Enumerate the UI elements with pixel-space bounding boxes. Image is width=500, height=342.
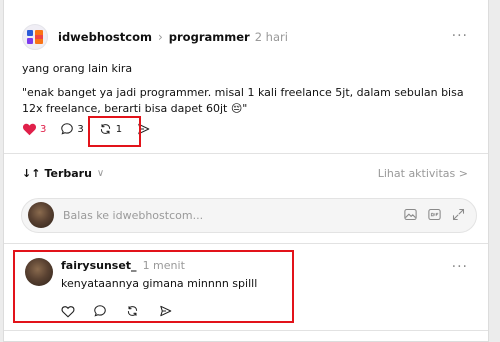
post-author-link[interactable]: idwebhostcom <box>58 30 152 44</box>
comment-count: 3 <box>77 123 84 135</box>
expand-icon[interactable] <box>451 207 466 226</box>
chevron-down-icon: ∨ <box>96 168 105 179</box>
divider <box>4 153 488 154</box>
reply-tools <box>394 207 466 226</box>
current-user-avatar <box>28 202 54 228</box>
reply-input[interactable]: Balas ke idwebhostcom... <box>21 198 477 233</box>
heart-filled-icon <box>22 123 37 136</box>
community-link[interactable]: programmer <box>169 30 250 44</box>
image-icon[interactable] <box>403 207 418 226</box>
like-count: 3 <box>40 123 47 135</box>
comment-more-icon[interactable]: ··· <box>452 259 468 275</box>
post-text-main: "enak banget ya jadi programmer. misal 1… <box>22 86 464 115</box>
thread-card: idwebhostcom › programmer 2 hari ··· yan… <box>3 0 489 342</box>
sort-label: Terbaru <box>44 167 92 180</box>
sort-arrows-icon: ↓↑ <box>22 167 41 180</box>
author-avatar[interactable] <box>22 24 48 50</box>
comment-highlight-box <box>13 250 294 323</box>
post-more-icon[interactable]: ··· <box>452 28 468 44</box>
sort-dropdown[interactable]: ↓↑ Terbaru ∨ <box>22 167 104 180</box>
breadcrumb: idwebhostcom › programmer 2 hari <box>58 30 288 44</box>
divider <box>4 330 488 331</box>
comment-bubble-icon <box>61 123 74 135</box>
gif-icon[interactable] <box>427 207 442 226</box>
divider <box>4 243 488 244</box>
post-time: 2 hari <box>254 30 288 44</box>
reply-placeholder: Balas ke idwebhostcom... <box>63 209 204 222</box>
like-button[interactable]: 3 <box>22 122 46 136</box>
post-text-line1: yang orang lain kira <box>22 62 133 75</box>
post-header: idwebhostcom › programmer 2 hari <box>22 24 288 50</box>
repost-highlight-box <box>88 116 141 147</box>
view-activity-link[interactable]: Lihat aktivitas > <box>378 167 468 180</box>
comment-button[interactable]: 3 <box>60 122 84 136</box>
idwebhost-logo-icon <box>27 30 43 44</box>
chevron-right-icon: › <box>157 30 163 44</box>
